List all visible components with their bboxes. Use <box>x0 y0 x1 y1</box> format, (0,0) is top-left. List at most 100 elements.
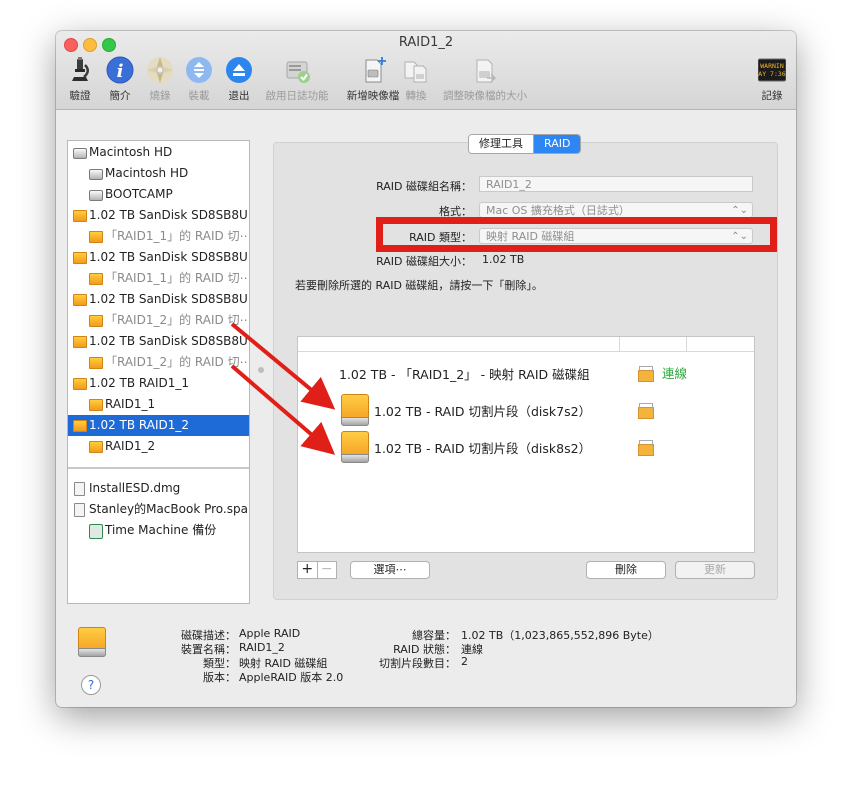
hard-disk-icon <box>89 169 103 180</box>
sidebar-item-raid1-2-volume[interactable]: RAID1_2 <box>68 436 249 457</box>
microscope-icon <box>72 57 89 81</box>
selected-disk-icon <box>78 627 106 657</box>
burn-button[interactable]: 燒錄 <box>144 56 176 106</box>
mount-label: 裝載 <box>188 90 210 102</box>
sidebar-divider <box>68 467 249 469</box>
orange-disk-icon <box>73 252 87 264</box>
dmg-icon <box>74 503 85 517</box>
convert-icon <box>404 61 427 83</box>
raid-member-status-icon <box>638 403 654 419</box>
sidebar-item-sandisk-3[interactable]: 1.02 TB SanDisk SD8SB8U... <box>68 289 249 310</box>
eject-button[interactable]: 退出 <box>223 56 255 106</box>
list-header <box>298 337 754 352</box>
raid-set-name-label: RAID 磁碟組名稱： <box>376 180 472 193</box>
sidebar-item-macintosh-hd-drive[interactable]: Macintosh HD <box>68 142 249 163</box>
sidebar-item-sparsebundle[interactable]: Stanley的MacBook Pro.spa... <box>68 499 249 520</box>
burn-label: 燒錄 <box>149 90 171 102</box>
device-name-value: RAID1_2 <box>239 641 285 654</box>
convert-button[interactable]: 轉換 <box>400 56 432 106</box>
version-label: 版本： <box>203 671 236 684</box>
new-image-label: 新增映像檔 <box>346 90 400 102</box>
new-image-button[interactable]: 新增映像檔 <box>336 56 410 106</box>
format-popup[interactable]: Mac OS 擴充格式（日誌式） ⌃⌄ <box>479 202 753 218</box>
sidebar-item-raid-slice-1[interactable]: 「RAID1_1」的 RAID 切⋯ <box>68 226 249 247</box>
slice-count-value: 2 <box>461 655 468 668</box>
add-raid-member-button[interactable]: + <box>298 562 317 578</box>
annotation-highlight-box <box>376 217 777 252</box>
info-label: 簡介 <box>109 90 131 102</box>
tab-raid[interactable]: RAID <box>534 135 581 153</box>
orange-disk-icon <box>73 210 87 222</box>
raid-members-list[interactable]: 1.02 TB - 「RAID1_2」 - 映射 RAID 磁碟組 連線 1.0… <box>297 336 755 553</box>
time-machine-icon <box>89 524 103 539</box>
delete-button[interactable]: 刪除 <box>586 561 666 579</box>
resize-image-button[interactable]: 調整映像檔的大小 <box>440 56 530 106</box>
orange-disk-icon <box>89 273 103 285</box>
mount-icon <box>186 57 212 83</box>
hard-disk-icon <box>73 148 87 159</box>
raid-set-name-field[interactable]: RAID1_2 <box>479 176 753 192</box>
tab-bar: 修理工具 RAID <box>468 134 582 154</box>
split-view-handle[interactable] <box>258 367 264 373</box>
burn-disc-icon <box>147 57 173 83</box>
remove-raid-member-button[interactable]: − <box>316 562 337 578</box>
toolbar: RAID1_2 驗證 i 簡介 燒錄 裝載 退出 啟用日誌功能 新增映像檔 轉換… <box>56 31 796 110</box>
verify-button[interactable]: 驗證 <box>64 56 96 106</box>
slice-count-label: 切割片段數目： <box>379 657 456 670</box>
sidebar-item-sandisk-2[interactable]: 1.02 TB SanDisk SD8SB8U... <box>68 247 249 268</box>
options-button[interactable]: 選項⋯ <box>350 561 430 579</box>
column-divider <box>686 337 687 351</box>
orange-disk-icon <box>73 336 87 348</box>
convert-label: 轉換 <box>405 90 427 102</box>
sidebar-item-raid-slice-2[interactable]: 「RAID1_1」的 RAID 切⋯ <box>68 268 249 289</box>
sidebar-item-time-machine[interactable]: Time Machine 備份 <box>68 520 249 541</box>
log-button[interactable]: WARNIN AY 7:36 記錄 <box>756 56 788 106</box>
enable-journaling-button[interactable]: 啟用日誌功能 <box>261 56 333 106</box>
raid-member-disk-icon <box>341 431 369 463</box>
total-capacity-value: 1.02 TB（1,023,865,552,896 Byte） <box>461 629 659 642</box>
sidebar-item-raid1-1-set[interactable]: 1.02 TB RAID1_1 <box>68 373 249 394</box>
sidebar-item-raid-slice-3[interactable]: 「RAID1_2」的 RAID 切⋯ <box>68 310 249 331</box>
dmg-icon <box>74 482 85 496</box>
sidebar-item-macintosh-hd-volume[interactable]: Macintosh HD <box>68 163 249 184</box>
sidebar-item-raid1-2-set[interactable]: 1.02 TB RAID1_2 <box>68 415 249 436</box>
raid-set-status-icon <box>638 366 654 382</box>
eject-label: 退出 <box>228 90 250 102</box>
log-screen-line2: AY 7:36 <box>758 70 785 78</box>
sidebar-item-installesd[interactable]: InstallESD.dmg <box>68 478 249 499</box>
raid-member-disk-icon <box>341 394 369 426</box>
sidebar-item-sandisk-4[interactable]: 1.02 TB SanDisk SD8SB8U... <box>68 331 249 352</box>
sidebar-item-bootcamp[interactable]: BOOTCAMP <box>68 184 249 205</box>
column-divider <box>619 337 620 351</box>
raid-size-value: 1.02 TB <box>482 253 525 266</box>
info-button[interactable]: i 簡介 <box>104 56 136 106</box>
verify-label: 驗證 <box>69 90 91 102</box>
add-remove-control: + − <box>297 561 337 579</box>
delete-instructions: 若要刪除所選的 RAID 磁碟組，請按一下「刪除」。 <box>295 279 543 292</box>
raid-member-status-icon <box>638 440 654 456</box>
format-value: Mac OS 擴充格式（日誌式） <box>486 204 630 217</box>
sidebar-item-raid-slice-4[interactable]: 「RAID1_2」的 RAID 切⋯ <box>68 352 249 373</box>
journal-disk-icon <box>286 61 310 83</box>
raid-member-row-label[interactable]: 1.02 TB - RAID 切割片段（disk8s2） <box>374 438 591 457</box>
log-label: 記錄 <box>761 90 783 102</box>
new-image-icon <box>365 57 386 83</box>
tab-first-aid[interactable]: 修理工具 <box>469 135 534 153</box>
raid-set-status: 連線 <box>662 366 688 381</box>
log-icon: WARNIN AY 7:36 <box>758 58 786 82</box>
update-button[interactable]: 更新 <box>675 561 755 579</box>
orange-disk-icon <box>89 231 103 243</box>
svg-text:i: i <box>117 61 124 82</box>
orange-disk-icon <box>73 378 87 390</box>
sidebar-item-sandisk-1[interactable]: 1.02 TB SanDisk SD8SB8U... <box>68 205 249 226</box>
disk-utility-window: RAID1_2 驗證 i 簡介 燒錄 裝載 退出 啟用日誌功能 新增映像檔 轉換… <box>56 31 796 707</box>
window-title: RAID1_2 <box>398 35 454 50</box>
hard-disk-icon <box>89 190 103 201</box>
mount-button[interactable]: 裝載 <box>183 56 215 106</box>
raid-set-row-label[interactable]: 1.02 TB - 「RAID1_2」 - 映射 RAID 磁碟組 <box>339 364 590 383</box>
help-button[interactable]: ? <box>81 675 101 695</box>
orange-disk-icon <box>73 420 87 432</box>
raid-member-row-label[interactable]: 1.02 TB - RAID 切割片段（disk7s2） <box>374 401 591 420</box>
sidebar-item-raid1-1-volume[interactable]: RAID1_1 <box>68 394 249 415</box>
info-icon: i <box>106 56 134 84</box>
